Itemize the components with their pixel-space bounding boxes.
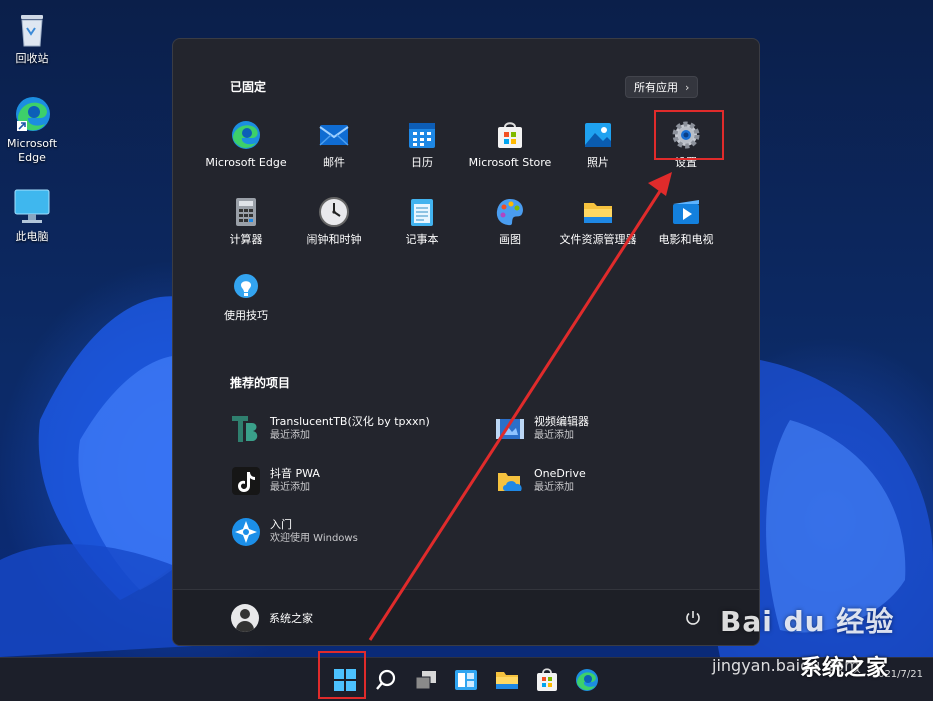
recommended-item[interactable]: 视频编辑器 最近添加 — [494, 410, 734, 448]
app-label: Microsoft Edge — [205, 156, 287, 169]
app-label: 计算器 — [229, 233, 263, 246]
edge-icon — [11, 93, 53, 135]
photos-icon — [582, 119, 614, 151]
app-label: 记事本 — [405, 233, 439, 246]
getstarted-icon — [230, 516, 262, 548]
store-icon — [494, 119, 526, 151]
recommended-subtitle: 欢迎使用 Windows — [270, 533, 358, 544]
recommended-item[interactable]: 入门 欢迎使用 Windows — [230, 513, 470, 551]
mail-icon — [318, 119, 350, 151]
desktop-icon-label-line2: Edge — [18, 151, 46, 164]
tips-icon — [230, 272, 262, 304]
task-view-icon[interactable] — [413, 667, 439, 693]
app-label: 文件资源管理器 — [559, 233, 637, 246]
desktop-edge[interactable]: Microsoft Edge — [2, 93, 62, 165]
recommended-title-text: 视频编辑器 — [534, 415, 589, 428]
pinned-app-tips[interactable]: 使用技巧 — [202, 272, 290, 323]
pinned-app-calculator[interactable]: 计算器 — [202, 196, 290, 247]
desktop-icon-label: 此电脑 — [15, 230, 49, 243]
user-name: 系统之家 — [269, 612, 313, 625]
calculator-icon — [230, 196, 262, 228]
folder-icon — [582, 196, 614, 228]
pinned-app-file-explorer[interactable]: 文件资源管理器 — [554, 196, 642, 247]
tiktok-icon — [230, 465, 262, 497]
settings-highlight-box — [654, 110, 724, 160]
file-explorer-icon[interactable] — [494, 667, 520, 693]
translucenttb-icon — [230, 413, 262, 445]
widgets-icon[interactable] — [453, 667, 479, 693]
pinned-app-clock[interactable]: 闹钟和时钟 — [290, 196, 378, 247]
onedrive-icon — [494, 465, 526, 497]
recommended-title-text: TranslucentTB(汉化 by tpxxn) — [270, 415, 430, 428]
pinned-app-movies[interactable]: 电影和电视 — [642, 196, 730, 247]
recommended-item[interactable]: OneDrive 最近添加 — [494, 462, 734, 500]
app-label: 使用技巧 — [224, 309, 268, 322]
site-watermark: 系统之家 — [800, 656, 889, 681]
app-label: 电影和电视 — [658, 233, 714, 246]
recommended-title-text: OneDrive — [534, 467, 586, 480]
video-editor-icon — [494, 413, 526, 445]
pinned-app-edge[interactable]: Microsoft Edge — [202, 119, 290, 170]
pinned-app-calendar[interactable]: 日历 — [378, 119, 466, 170]
clock-icon — [318, 196, 350, 228]
edge-icon — [230, 119, 262, 151]
desktop-icon-label: Microsoft — [6, 137, 58, 150]
notepad-icon — [406, 196, 438, 228]
store-icon[interactable] — [534, 667, 560, 693]
pinned-app-photos[interactable]: 照片 — [554, 119, 642, 170]
recommended-title-text: 抖音 PWA — [270, 467, 320, 480]
pinned-app-notepad[interactable]: 记事本 — [378, 196, 466, 247]
computer-icon — [11, 186, 53, 228]
movies-icon — [670, 196, 702, 228]
all-apps-label: 所有应用 — [634, 81, 678, 94]
recommended-title-text: 入门 — [270, 518, 292, 531]
all-apps-button[interactable]: 所有应用 › — [625, 76, 699, 98]
start-highlight-box — [318, 651, 366, 699]
user-account-button[interactable]: 系统之家 — [231, 604, 313, 632]
app-label: 邮件 — [323, 156, 345, 169]
recommended-subtitle: 最近添加 — [534, 482, 574, 493]
pinned-title: 已固定 — [230, 80, 267, 94]
recycle-bin-icon — [11, 8, 53, 50]
pinned-app-store[interactable]: Microsoft Store — [466, 119, 554, 170]
chevron-right-icon: › — [685, 80, 690, 94]
start-menu-footer: 系统之家 — [173, 589, 759, 645]
pinned-app-paint[interactable]: 画图 — [466, 196, 554, 247]
baidu-watermark: Bai du 经验 — [720, 605, 895, 638]
paint-icon — [494, 196, 526, 228]
avatar — [231, 604, 259, 632]
desktop-icon-label: 回收站 — [15, 52, 49, 65]
search-icon[interactable] — [373, 667, 399, 693]
app-label: 闹钟和时钟 — [306, 233, 362, 246]
desktop-this-pc[interactable]: 此电脑 — [2, 186, 62, 244]
app-label: 日历 — [411, 156, 433, 169]
power-icon[interactable] — [684, 609, 702, 627]
app-label: 照片 — [587, 156, 609, 169]
app-label: 画图 — [499, 233, 521, 246]
recommended-item[interactable]: 抖音 PWA 最近添加 — [230, 462, 470, 500]
calendar-icon — [406, 119, 438, 151]
desktop-recycle-bin[interactable]: 回收站 — [2, 8, 62, 66]
recommended-subtitle: 最近添加 — [270, 430, 310, 441]
pinned-app-mail[interactable]: 邮件 — [290, 119, 378, 170]
recommended-subtitle: 最近添加 — [534, 430, 574, 441]
recommended-item[interactable]: TranslucentTB(汉化 by tpxxn) 最近添加 — [230, 410, 470, 448]
recommended-title: 推荐的项目 — [230, 376, 291, 390]
recommended-subtitle: 最近添加 — [270, 482, 310, 493]
edge-icon[interactable] — [574, 667, 600, 693]
app-label: Microsoft Store — [468, 156, 552, 169]
